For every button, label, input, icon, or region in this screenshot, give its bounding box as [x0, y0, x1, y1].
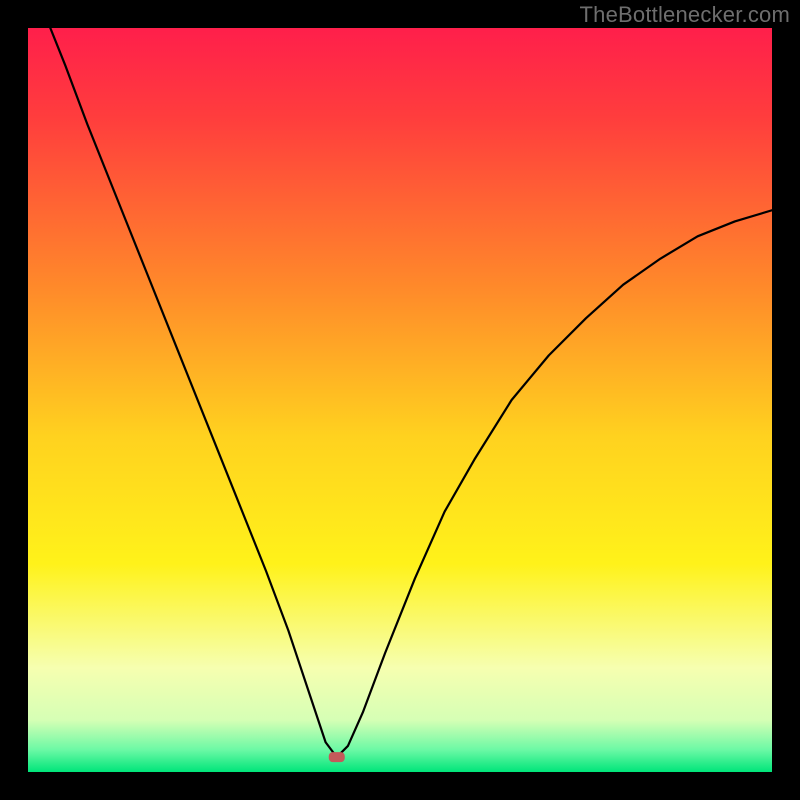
watermark-text: TheBottlenecker.com — [580, 2, 790, 28]
chart-frame: TheBottlenecker.com — [0, 0, 800, 800]
gradient-background — [28, 28, 772, 772]
minimum-marker — [329, 752, 345, 762]
bottleneck-chart — [28, 28, 772, 772]
